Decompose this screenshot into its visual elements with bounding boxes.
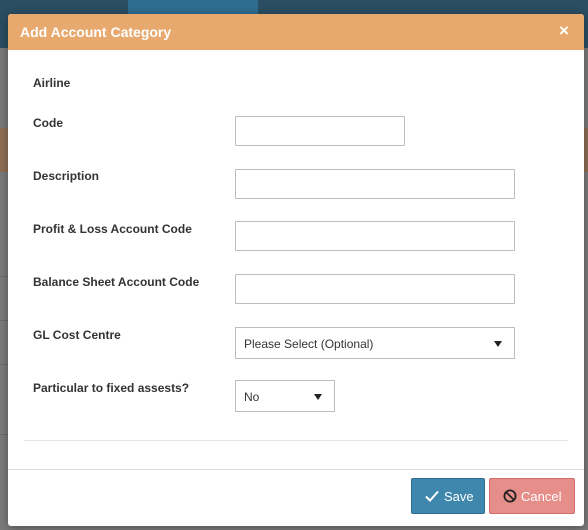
bs-account-code-label: Balance Sheet Account Code <box>33 275 200 289</box>
bs-account-code-input[interactable] <box>235 274 515 304</box>
gl-cost-centre-label: GL Cost Centre <box>33 328 121 342</box>
code-input[interactable] <box>235 116 405 146</box>
save-button[interactable]: Save <box>411 478 485 514</box>
fixed-assets-select[interactable]: No <box>235 380 335 412</box>
save-label: Save <box>444 489 474 504</box>
add-account-category-dialog: Add Account Category × Airline Code Desc… <box>8 14 584 526</box>
gl-cost-centre-selected-value: Please Select (Optional) <box>244 337 374 351</box>
caret-down-icon <box>314 394 322 400</box>
dialog-header: Add Account Category × <box>8 14 584 50</box>
gl-cost-centre-select[interactable]: Please Select (Optional) <box>235 327 515 359</box>
check-icon <box>425 490 439 505</box>
airline-label: Airline <box>33 76 71 90</box>
cancel-label: Cancel <box>521 489 562 504</box>
fixed-assets-label: Particular to fixed assests? <box>33 381 190 395</box>
footer-divider <box>8 469 584 470</box>
description-input[interactable] <box>235 169 515 199</box>
pl-account-code-label: Profit & Loss Account Code <box>33 222 192 236</box>
description-label: Description <box>33 169 100 183</box>
fixed-assets-selected-value: No <box>244 390 260 404</box>
ban-icon <box>503 489 517 506</box>
dialog-title: Add Account Category <box>20 24 172 40</box>
form-divider <box>24 440 568 441</box>
cancel-button[interactable]: Cancel <box>489 478 575 514</box>
close-icon[interactable]: × <box>556 21 572 41</box>
code-label: Code <box>33 116 63 130</box>
caret-down-icon <box>494 341 502 347</box>
pl-account-code-input[interactable] <box>235 221 515 251</box>
